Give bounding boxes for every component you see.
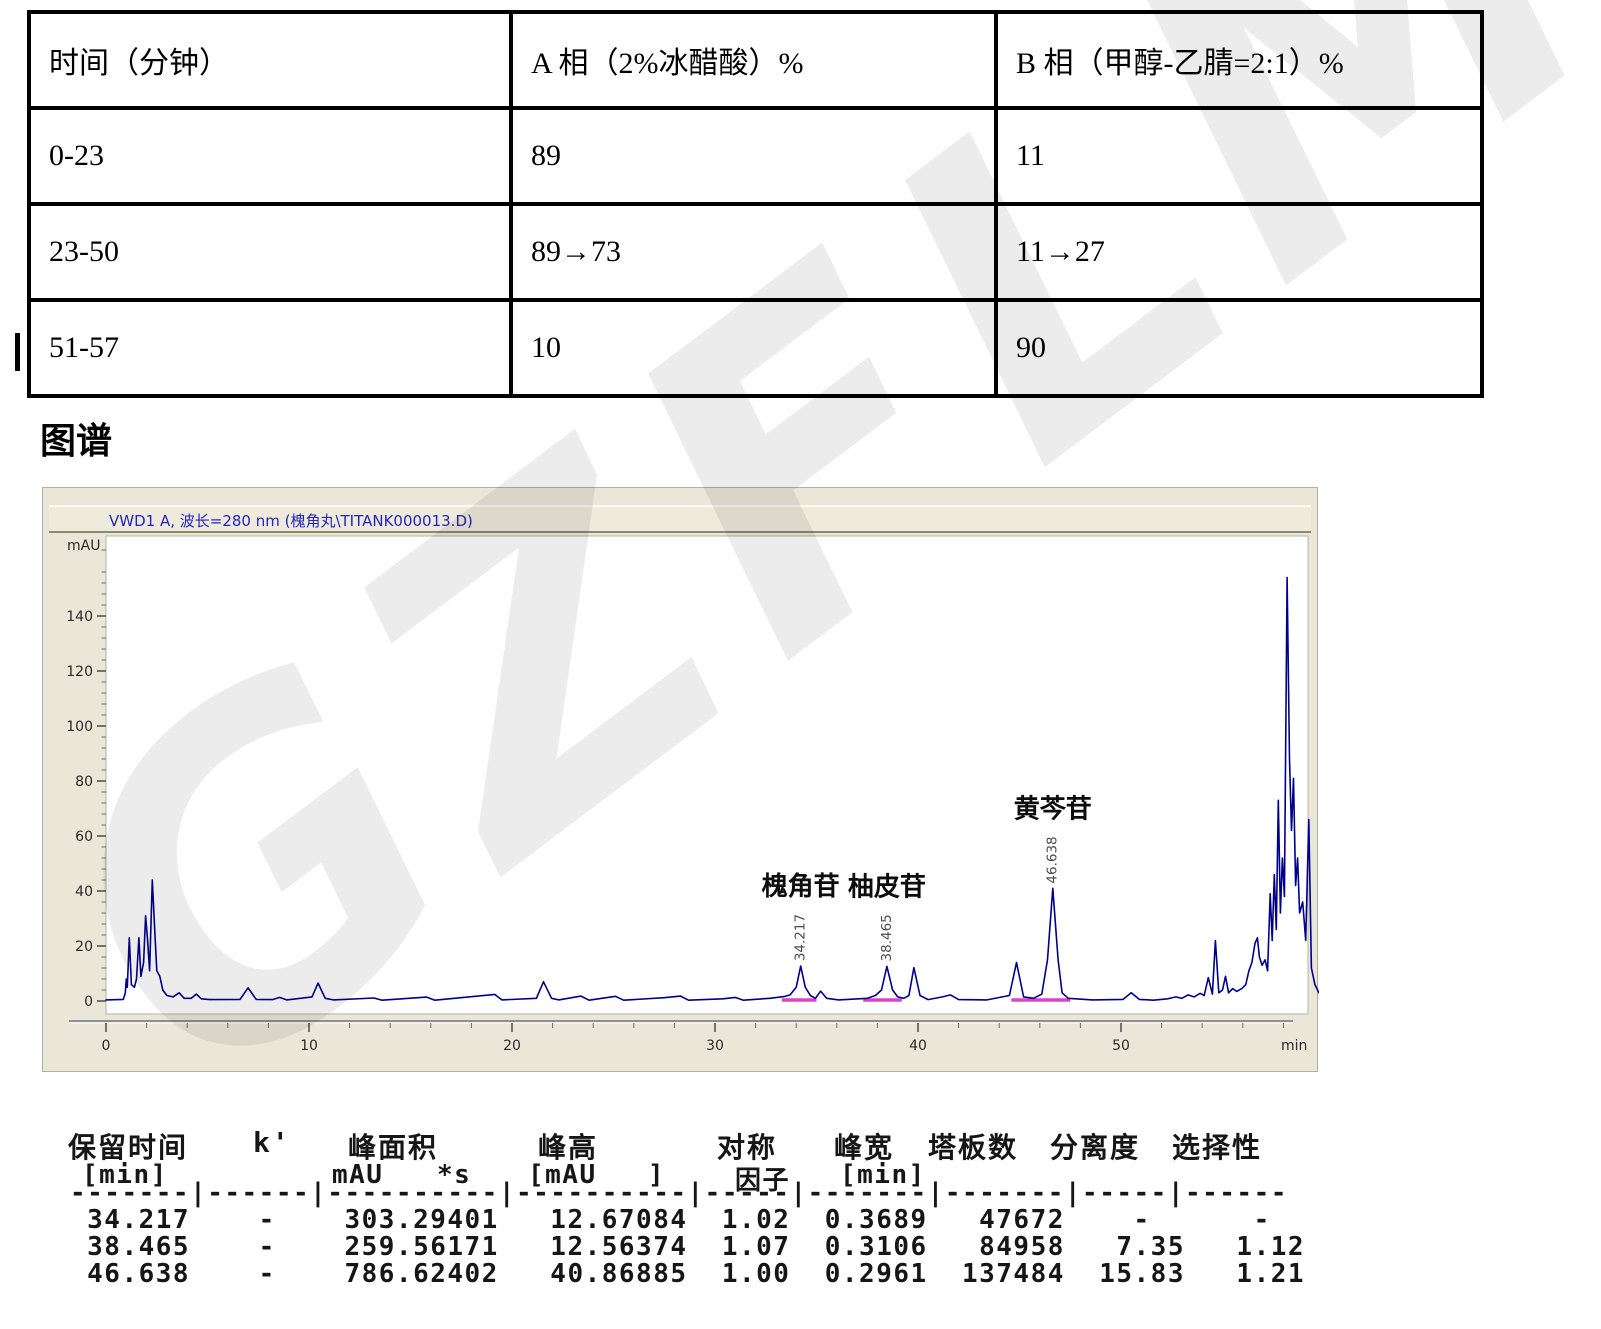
svg-text:30: 30 bbox=[706, 1038, 724, 1054]
svg-text:槐角苷: 槐角苷 bbox=[762, 871, 840, 902]
cell-time: 0-23 bbox=[29, 108, 511, 204]
svg-text:黄芩苷: 黄芩苷 bbox=[1014, 795, 1092, 825]
svg-text:mAU: mAU bbox=[67, 538, 100, 554]
results-data-block: -------|------|----------|----------|---… bbox=[70, 1180, 1305, 1288]
svg-text:10: 10 bbox=[300, 1038, 318, 1054]
table-row: 51-57 10 90 bbox=[29, 300, 1482, 396]
table-row: 0-23 89 11 bbox=[29, 108, 1482, 204]
results-header-selectivity: 选择性 bbox=[1172, 1126, 1262, 1166]
scan-artifact-mark bbox=[15, 333, 20, 371]
cell-phase-b: 11→27 bbox=[996, 204, 1482, 300]
col-header-time: 时间（分钟） bbox=[29, 12, 511, 108]
svg-text:柚皮苷: 柚皮苷 bbox=[848, 872, 926, 902]
svg-text:140: 140 bbox=[66, 609, 93, 625]
svg-text:min: min bbox=[1281, 1038, 1307, 1054]
chromatogram-panel: VWD1 A, 波长=280 nm (槐角丸\TITANK000013.D) 0… bbox=[42, 487, 1318, 1072]
col-header-phase-b: B 相（甲醇-乙腈=2:1）% bbox=[996, 12, 1482, 108]
results-row: 38.465 - 259.56171 12.56374 1.07 0.3106 … bbox=[70, 1232, 1305, 1262]
svg-text:38.465: 38.465 bbox=[879, 914, 895, 961]
svg-text:120: 120 bbox=[66, 664, 93, 680]
cell-phase-b: 11 bbox=[996, 108, 1482, 204]
gradient-table: 时间（分钟） A 相（2%冰醋酸）% B 相（甲醇-乙腈=2:1）% 0-23 … bbox=[27, 10, 1484, 398]
results-header-k: k' bbox=[253, 1126, 291, 1159]
cell-time: 51-57 bbox=[29, 300, 511, 396]
svg-text:100: 100 bbox=[66, 719, 93, 735]
chromatogram-plot: 0 20 40 60 80 100 120 140 mAU 0 10 20 30 40 50 min 34.21… bbox=[43, 488, 1319, 1073]
svg-text:46.638: 46.638 bbox=[1045, 836, 1061, 883]
svg-text:60: 60 bbox=[75, 829, 93, 845]
results-header-plates: 塔板数 bbox=[928, 1126, 1018, 1166]
svg-text:0: 0 bbox=[102, 1038, 111, 1054]
svg-text:50: 50 bbox=[1112, 1038, 1130, 1054]
results-row: 46.638 - 786.62402 40.86885 1.00 0.2961 … bbox=[70, 1259, 1305, 1289]
svg-text:34.217: 34.217 bbox=[793, 914, 809, 961]
table-row: 23-50 89→73 11→27 bbox=[29, 204, 1482, 300]
svg-text:40: 40 bbox=[75, 884, 93, 900]
cell-phase-a: 89 bbox=[511, 108, 996, 204]
col-header-phase-a: A 相（2%冰醋酸）% bbox=[511, 12, 996, 108]
table-header-row: 时间（分钟） A 相（2%冰醋酸）% B 相（甲醇-乙腈=2:1）% bbox=[29, 12, 1482, 108]
document-page: GZFLM 时间（分钟） A 相（2%冰醋酸）% B 相（甲醇-乙腈=2:1）%… bbox=[0, 0, 1601, 1329]
svg-text:80: 80 bbox=[75, 774, 93, 790]
results-header-resolution: 分离度 bbox=[1050, 1126, 1140, 1166]
svg-text:20: 20 bbox=[503, 1038, 521, 1054]
cell-phase-b: 90 bbox=[996, 300, 1482, 396]
cell-phase-a: 89→73 bbox=[511, 204, 996, 300]
results-divider: -------|------|----------|----------|---… bbox=[70, 1178, 1288, 1208]
cell-phase-a: 10 bbox=[511, 300, 996, 396]
svg-text:0: 0 bbox=[84, 994, 93, 1010]
section-heading: 图谱 bbox=[40, 412, 112, 464]
svg-text:20: 20 bbox=[75, 939, 93, 955]
peak-results-table: 保留时间 k' 峰面积 峰高 对称 峰宽 塔板数 分离度 选择性 [min] m… bbox=[0, 1118, 1601, 1329]
svg-text:40: 40 bbox=[909, 1038, 927, 1054]
cell-time: 23-50 bbox=[29, 204, 511, 300]
results-row: 34.217 - 303.29401 12.67084 1.02 0.3689 … bbox=[70, 1205, 1271, 1235]
